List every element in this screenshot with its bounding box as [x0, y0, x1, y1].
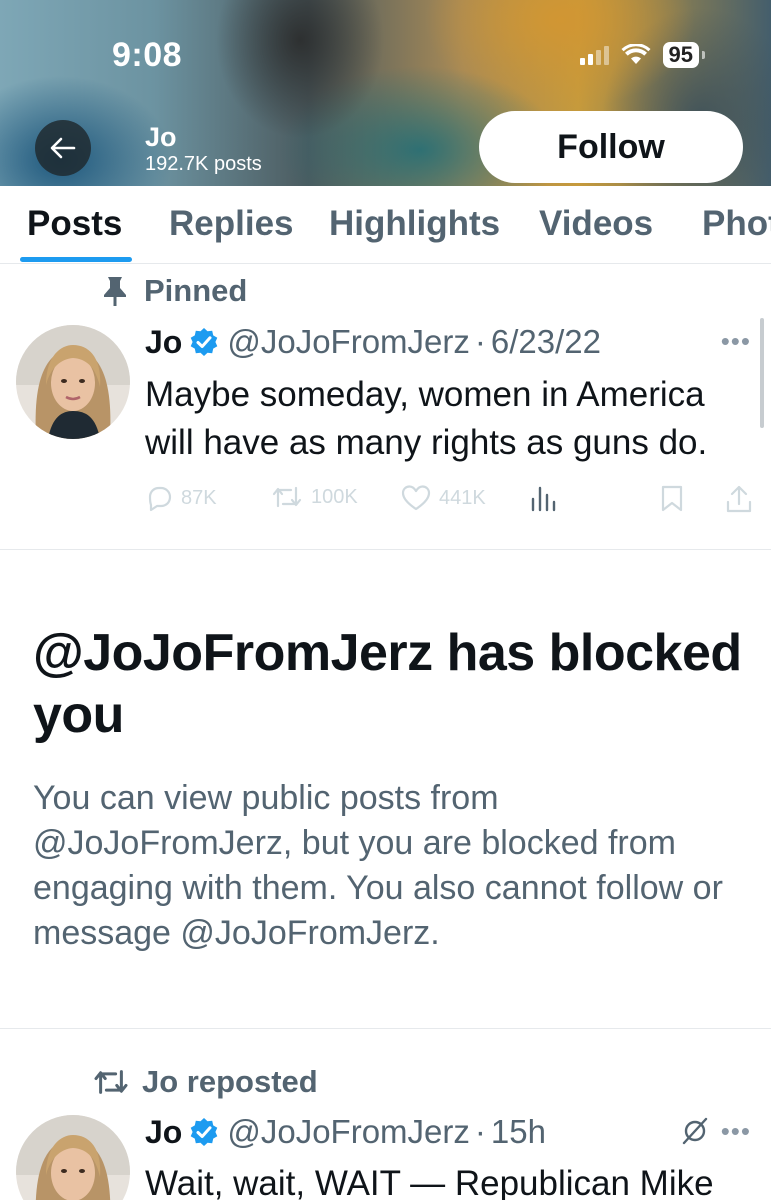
- back-arrow-icon: [50, 137, 76, 159]
- verified-badge-icon: [189, 327, 219, 357]
- like-icon: [401, 485, 431, 511]
- tweet-time[interactable]: 15h: [491, 1113, 546, 1151]
- more-icon[interactable]: •••: [721, 1116, 751, 1147]
- profile-name: Jo: [145, 122, 177, 152]
- tweet-author-name[interactable]: Jo: [145, 1114, 182, 1151]
- tweet-text: Wait, wait, WAIT — Republican Mike: [145, 1164, 714, 1200]
- pin-icon: [104, 277, 126, 306]
- divider: [0, 549, 771, 550]
- tab-posts[interactable]: Posts: [27, 204, 122, 244]
- signal-icon: [579, 45, 609, 65]
- tab-highlights[interactable]: Highlights: [329, 204, 500, 244]
- active-tab-indicator: [20, 257, 132, 262]
- share-button[interactable]: [725, 484, 753, 514]
- status-icons: 95: [579, 42, 706, 68]
- more-icon[interactable]: •••: [721, 326, 751, 357]
- verified-badge-icon: [189, 1117, 219, 1147]
- repost-label: Jo reposted: [142, 1064, 318, 1099]
- like-count: 441K: [439, 486, 486, 509]
- reply-count: 87K: [181, 486, 217, 509]
- battery-icon: 95: [662, 42, 706, 68]
- back-button[interactable]: [35, 120, 91, 176]
- tweet-author-name[interactable]: Jo: [145, 324, 182, 361]
- like-button[interactable]: 441K: [401, 484, 486, 512]
- wifi-icon: [621, 44, 651, 64]
- tweet-actions: 87K 100K 441K: [145, 484, 755, 520]
- profile-header: 9:08 95 Jo 192.7K posts Follow: [0, 0, 771, 186]
- tweet-header: Jo @JoJoFromJerz · 6/23/22: [145, 323, 601, 361]
- tab-replies[interactable]: Replies: [169, 204, 294, 244]
- tweet-handle[interactable]: @JoJoFromJerz: [227, 323, 470, 361]
- views-button[interactable]: [530, 484, 556, 512]
- avatar[interactable]: [16, 1115, 130, 1200]
- separator-dot: ·: [474, 1113, 486, 1150]
- views-icon: [531, 486, 556, 512]
- divider: [0, 1028, 771, 1029]
- tweet-date[interactable]: 6/23/22: [491, 323, 601, 361]
- bookmark-button[interactable]: [660, 484, 684, 512]
- tweet-handle[interactable]: @JoJoFromJerz: [227, 1113, 470, 1151]
- repost-button[interactable]: 100K: [271, 484, 358, 510]
- grok-icon[interactable]: [680, 1116, 710, 1151]
- repost-icon: [272, 486, 302, 508]
- status-time: 9:08: [112, 36, 183, 74]
- follow-button[interactable]: Follow: [479, 111, 743, 183]
- block-notice-title: @JoJoFromJerz has blocked you: [33, 624, 742, 744]
- scrollbar[interactable]: [760, 318, 764, 428]
- tweet-text: Maybe someday, women in America will hav…: [145, 375, 708, 462]
- repost-count: 100K: [311, 485, 358, 508]
- tab-videos[interactable]: Videos: [539, 204, 653, 244]
- repost-icon: [94, 1070, 128, 1094]
- pinned-label: Pinned: [144, 273, 248, 308]
- tweet-header: Jo @JoJoFromJerz · 15h: [145, 1113, 546, 1151]
- block-notice-body: You can view public posts from @JoJoFrom…: [33, 779, 723, 952]
- avatar[interactable]: [16, 325, 130, 439]
- profile-tabs: Posts Replies Highlights Videos Photos: [0, 186, 771, 264]
- reply-button[interactable]: 87K: [145, 484, 217, 512]
- pinned-indicator: Pinned: [100, 273, 247, 309]
- bookmark-icon: [661, 485, 683, 512]
- separator-dot: ·: [474, 323, 486, 360]
- profile-posts-count: 192.7K posts: [145, 153, 262, 175]
- reply-icon: [148, 486, 172, 512]
- repost-indicator: Jo reposted: [92, 1064, 318, 1100]
- share-icon: [726, 485, 752, 513]
- tab-photos[interactable]: Photos: [702, 204, 771, 244]
